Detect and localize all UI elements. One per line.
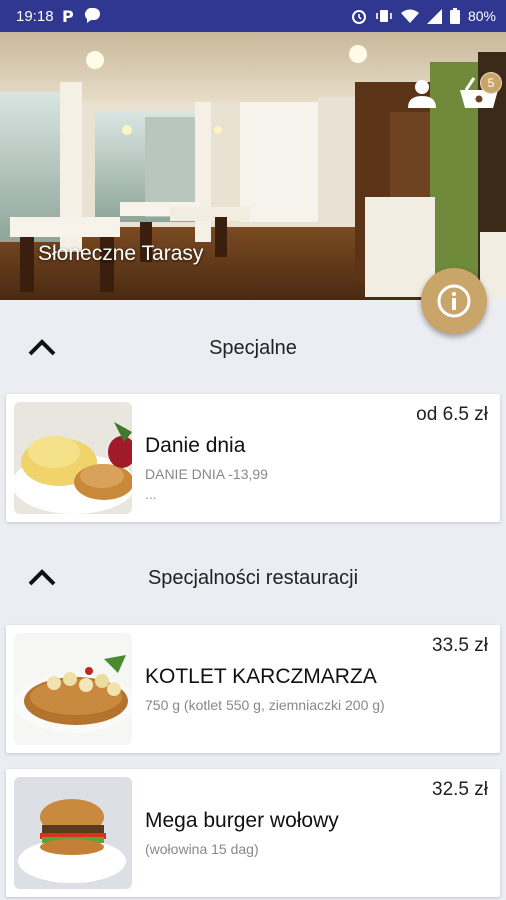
menu-item-card[interactable]: Danie dnia DANIE DNIA -13,99 ... od 6.5 … <box>6 394 500 522</box>
svg-text:P: P <box>62 8 74 24</box>
status-left: 19:18 P <box>16 8 102 25</box>
item-price: 32.5 zł <box>432 779 488 800</box>
dish-photo <box>14 777 132 889</box>
item-name: Mega burger wołowy <box>145 809 339 832</box>
section-title: Specjalności restauracji <box>147 566 359 589</box>
signal-icon <box>426 8 442 24</box>
item-description: (wołowina 15 dag) <box>145 841 259 857</box>
menu-item-card[interactable]: KOTLET KARCZMARZA 750 g (kotlet 550 g, z… <box>6 625 500 753</box>
cart-count-badge: 5 <box>480 72 502 94</box>
person-icon <box>408 80 436 108</box>
parking-icon: P <box>62 8 76 24</box>
status-time: 19:18 <box>16 7 54 25</box>
item-extra: ... <box>145 486 157 502</box>
restaurant-name: Słoneczne Tarasy <box>38 242 204 265</box>
section-header-specjalnosci[interactable]: Specjalności restauracji <box>0 538 506 618</box>
vibrate-icon <box>375 8 393 24</box>
status-bar: 19:18 P 80% <box>0 0 506 32</box>
item-price: 33.5 zł <box>432 635 488 656</box>
battery-icon <box>449 8 460 24</box>
item-description: 750 g (kotlet 550 g, ziemniaczki 200 g) <box>145 697 385 713</box>
dish-photo <box>14 402 132 514</box>
wifi-icon <box>400 9 419 23</box>
menu-item-card[interactable]: Mega burger wołowy (wołowina 15 dag) 32.… <box>6 769 500 897</box>
item-description: DANIE DNIA -13,99 <box>145 466 268 482</box>
alarm-icon <box>351 8 367 24</box>
item-price: od 6.5 zł <box>416 404 488 425</box>
item-name: Danie dnia <box>145 434 246 457</box>
restaurant-hero-image: Słoneczne Tarasy 5 <box>0 32 506 300</box>
section-title: Specjalne <box>209 336 297 359</box>
restaurant-info-button[interactable] <box>421 268 487 334</box>
status-right: 80% <box>351 8 496 24</box>
battery-percent: 80% <box>467 8 496 24</box>
profile-button[interactable] <box>405 76 439 110</box>
dish-photo <box>14 633 132 745</box>
item-name: KOTLET KARCZMARZA <box>145 665 377 688</box>
chat-bubble-icon <box>84 8 102 24</box>
info-icon <box>437 284 471 318</box>
